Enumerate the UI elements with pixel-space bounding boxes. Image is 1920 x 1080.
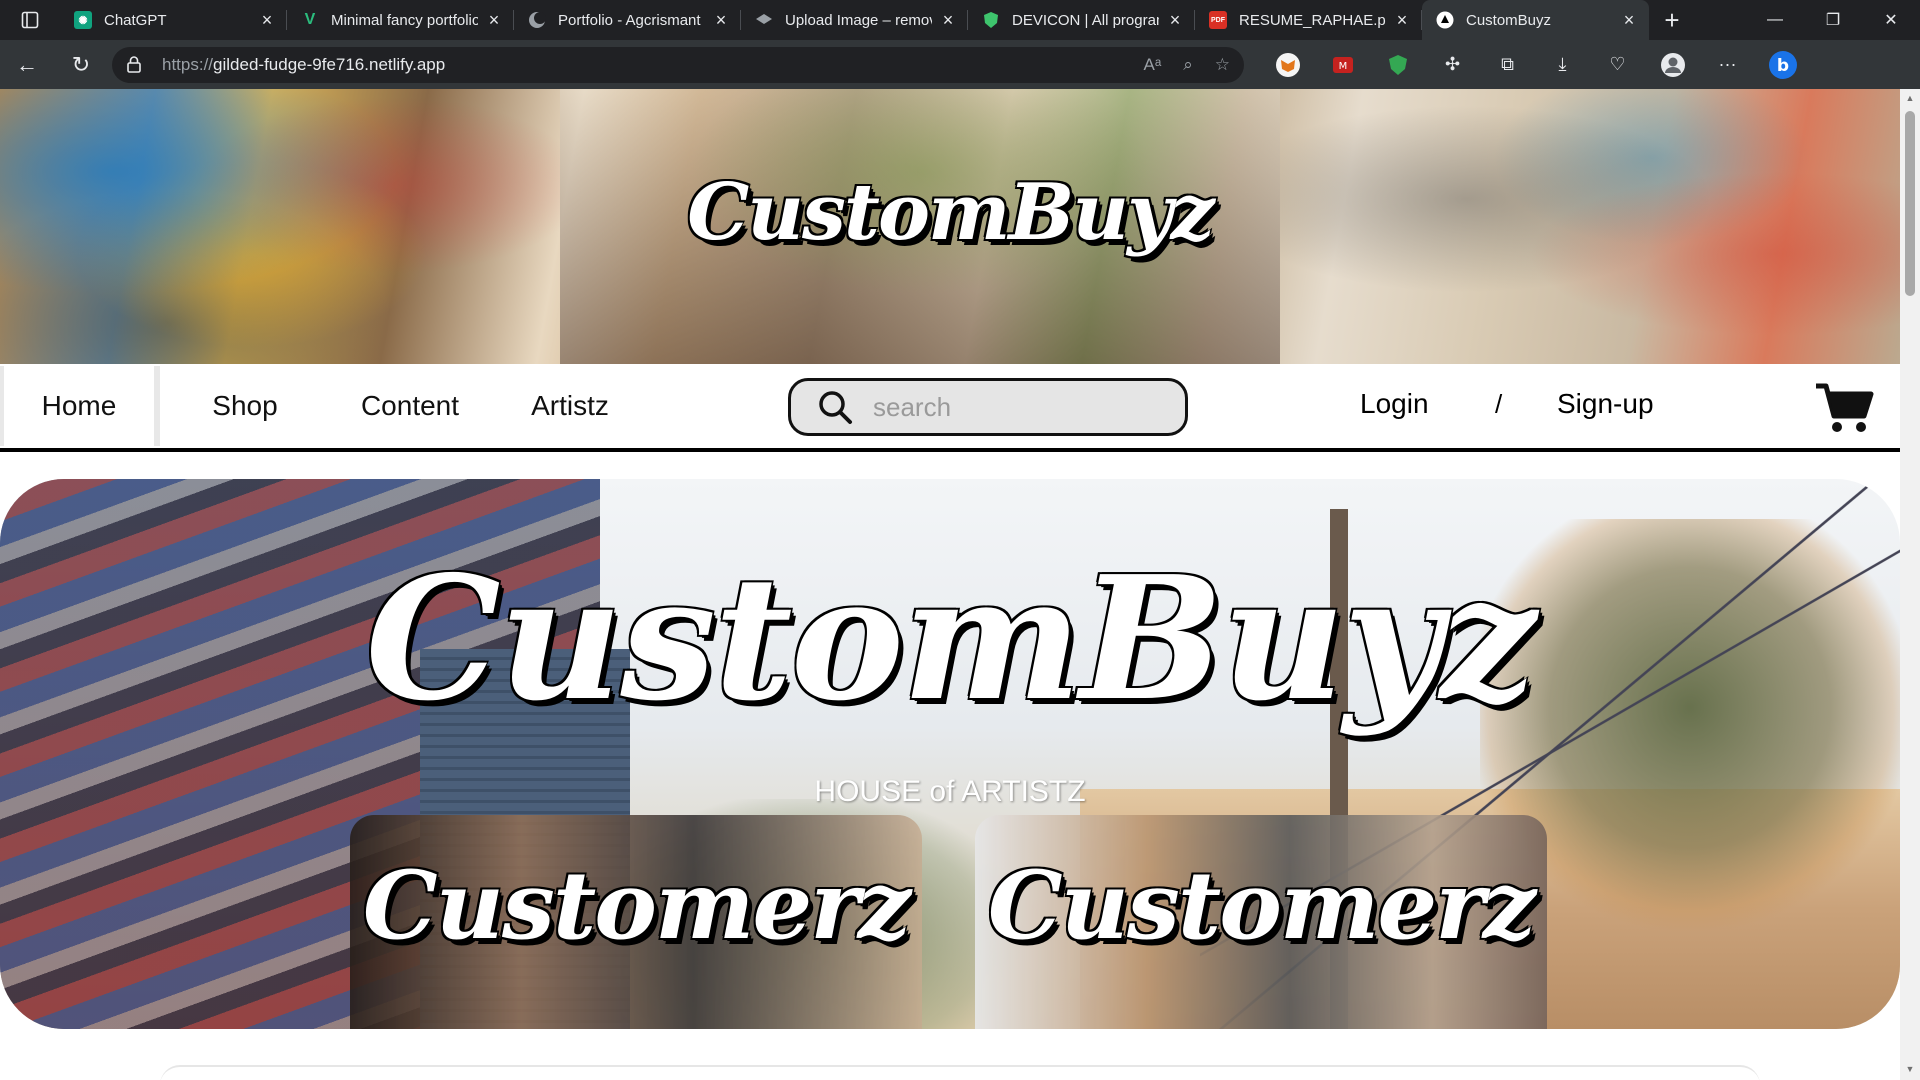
favorite-star-icon[interactable]: ☆ [1215, 55, 1230, 75]
omnibox-actions: A͏ᵃ ⌕ ☆ [1144, 55, 1230, 75]
browser-toolbar: ← ↻ https://gilded-fudge-9fe716.netlify.… [0, 40, 1920, 89]
tab-title: Portfolio - Agcrismant [558, 11, 701, 29]
shopping-cart-icon[interactable] [1814, 382, 1874, 434]
url-scheme: https:// [162, 54, 214, 74]
performance-icon[interactable]: ♡ [1590, 45, 1645, 85]
browser-tab-portfolio-template[interactable]: V Minimal fancy portfolio × [287, 0, 514, 40]
search-placeholder: search [873, 391, 952, 422]
tab-close-icon[interactable]: × [1392, 10, 1412, 30]
nav-shop-link[interactable]: Shop [160, 366, 330, 446]
svg-text:M: M [1338, 61, 1347, 72]
nav-artistz-link[interactable]: Artistz [490, 366, 650, 446]
back-button[interactable]: ← [0, 40, 54, 89]
collections-icon[interactable]: ⧉ [1480, 45, 1535, 85]
downloads-icon[interactable]: ⤓ [1535, 45, 1590, 85]
shield-icon [982, 11, 1000, 29]
tab-actions-icon [21, 11, 39, 29]
window-controls: — ❐ ✕ [1746, 0, 1920, 40]
hero-tagline: HOUSE of ARTISTZ [814, 775, 1086, 808]
login-link[interactable]: Login [1360, 364, 1429, 444]
url-host: gilded-fudge-9fe716.netlify.app [213, 54, 446, 74]
browser-tab-resume-pdf[interactable]: PDF RESUME_RAPHAE.pdf × [1195, 0, 1422, 40]
arrow-left-icon: ← [16, 51, 38, 77]
browser-tab-chatgpt[interactable]: ✺ ChatGPT × [60, 0, 287, 40]
browser-tab-strip: ✺ ChatGPT × V Minimal fancy portfolio × … [0, 0, 1920, 40]
tab-title: CustomBuyz [1466, 11, 1552, 29]
tab-close-icon[interactable]: × [711, 10, 731, 30]
restore-button[interactable]: ❐ [1804, 0, 1862, 40]
pdf-icon: PDF [1209, 11, 1227, 29]
address-bar[interactable]: https://gilded-fudge-9fe716.netlify.app … [112, 46, 1244, 83]
tab-title: ChatGPT [104, 11, 167, 29]
tab-close-icon[interactable]: × [1165, 10, 1185, 30]
bing-copilot-icon[interactable]: b [1755, 45, 1810, 85]
metamask-extension-icon[interactable] [1260, 45, 1315, 85]
search-icon[interactable] [817, 389, 853, 425]
profile-avatar-icon[interactable] [1645, 45, 1700, 85]
tab-close-icon[interactable]: × [938, 10, 958, 30]
read-aloud-icon[interactable]: A͏ᵃ [1144, 55, 1162, 75]
red-extension-icon[interactable]: M [1315, 45, 1370, 85]
browser-tab-devicon[interactable]: DEVICON | All programming × [968, 0, 1195, 40]
auth-separator: / [1495, 388, 1503, 419]
hero-logo: CustomBuyz [365, 539, 1536, 739]
url-text: https://gilded-fudge-9fe716.netlify.app [162, 55, 1144, 75]
browser-tab-custombuyz[interactable]: CustomBuyz × [1422, 0, 1649, 40]
scroll-down-arrow-icon[interactable]: ▼ [1904, 1064, 1916, 1076]
scroll-up-arrow-icon[interactable]: ▲ [1904, 93, 1916, 105]
extensions-puzzle-icon[interactable]: ✣ [1425, 45, 1480, 85]
search-input[interactable]: search [788, 378, 1188, 436]
new-tab-button[interactable]: + [1649, 0, 1695, 40]
card-title: Customerz [987, 851, 1536, 961]
more-menu-icon[interactable]: ··· [1700, 45, 1755, 85]
reload-icon: ↻ [71, 51, 91, 77]
tab-close-icon[interactable]: × [1619, 10, 1639, 30]
v-logo-icon: V [304, 11, 316, 28]
tab-title: DEVICON | All programming [1012, 11, 1159, 29]
close-window-button[interactable]: ✕ [1862, 0, 1920, 40]
tab-title: Minimal fancy portfolio [331, 11, 478, 29]
shield-extension-icon[interactable] [1370, 45, 1425, 85]
tab-close-icon[interactable]: × [257, 10, 277, 30]
tab-title: RESUME_RAPHAE.pdf [1239, 11, 1386, 29]
moon-icon [528, 11, 546, 29]
site-logo[interactable]: CustomBuyz [0, 167, 1900, 258]
customerz-card[interactable]: Customerz [350, 815, 922, 1029]
layers-icon [755, 11, 773, 29]
card-title: Customerz [362, 851, 911, 961]
extensions-toolbar: M ✣ ⧉ ⤓ ♡ ··· b [1260, 45, 1810, 85]
hero-section: CustomBuyz HOUSE of ARTISTZ Customerz Cu… [0, 479, 1900, 1029]
reload-button[interactable]: ↻ [54, 40, 108, 89]
nav-home-link[interactable]: Home [0, 366, 160, 446]
svg-text:b: b [1776, 56, 1788, 76]
signup-link[interactable]: Sign-up [1557, 364, 1654, 444]
zoom-icon[interactable]: ⌕ [1183, 55, 1193, 75]
plus-icon: + [1664, 4, 1680, 35]
tab-actions-button[interactable] [0, 0, 60, 40]
nav-content-link[interactable]: Content [330, 366, 490, 446]
browser-tab-upload-image[interactable]: Upload Image – remove × [741, 0, 968, 40]
netlify-icon [1436, 11, 1454, 29]
scrollbar-thumb[interactable] [1905, 111, 1915, 296]
customerz-card[interactable]: Customerz [975, 815, 1547, 1029]
tab-close-icon[interactable]: × [484, 10, 504, 30]
browser-tab-portfolio[interactable]: Portfolio - Agcrismant × [514, 0, 741, 40]
next-section-edge [160, 1065, 1760, 1080]
main-navbar: Home Shop Content Artistz search Login /… [0, 364, 1900, 452]
minimize-button[interactable]: — [1746, 0, 1804, 40]
header-banner-image: CustomBuyz [0, 89, 1900, 364]
page-scrollbar[interactable]: ▲ ▼ [1900, 89, 1920, 1080]
web-page: CustomBuyz Home Shop Content Artistz sea… [0, 89, 1900, 1080]
lock-icon [126, 56, 142, 74]
chatgpt-icon: ✺ [74, 11, 92, 29]
tab-title: Upload Image – remove [785, 11, 932, 29]
